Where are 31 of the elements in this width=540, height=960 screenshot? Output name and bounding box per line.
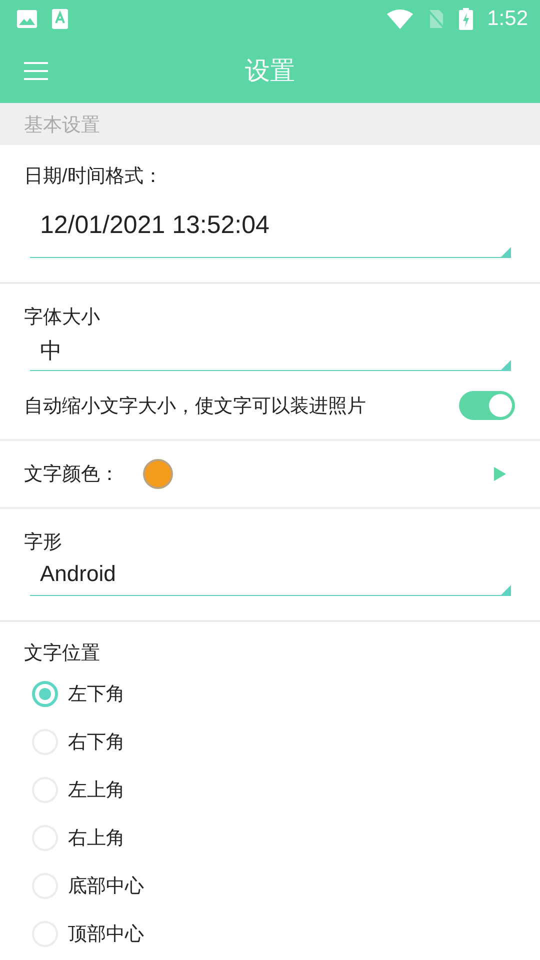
group-label: 文字位置 [24,642,100,666]
image-icon [16,9,38,29]
clock-time: 1:52 [487,7,528,31]
sim-card-icon [427,9,446,29]
field-label: 字体大小 [24,306,100,330]
dropdown-corner-icon [501,247,511,257]
option-label: 左上角 [68,779,125,803]
dropdown-corner-icon [501,360,511,370]
toggle-switch[interactable] [459,391,515,420]
option-label: 顶部中心 [68,923,144,947]
setting-label: 文字颜色： [24,463,119,487]
battery-icon [459,8,474,30]
dropdown-field[interactable]: Android [30,561,511,596]
wifi-icon [387,9,414,29]
menu-button[interactable] [24,60,48,80]
option-label: 底部中心 [68,875,144,899]
dropdown-corner-icon [501,585,511,595]
radio-button[interactable] [32,681,58,707]
section-header: 基本设置 [24,114,100,138]
field-label: 字形 [24,531,62,555]
dropdown-field[interactable]: 中 [30,336,511,371]
option-label: 左下角 [68,683,125,707]
play-arrow-icon[interactable] [494,467,506,481]
setting-label: 自动缩小文字大小，使文字可以装进照片 [24,394,366,418]
option-label: 右下角 [68,731,125,755]
screen-title: 设置 [245,57,295,85]
text-icon [52,9,68,29]
color-swatch[interactable] [145,461,171,487]
option-label: 右上角 [68,827,125,851]
field-label: 日期/时间格式： [24,165,162,189]
dropdown-field[interactable]: 12/01/2021 13:52:04 [30,211,511,258]
